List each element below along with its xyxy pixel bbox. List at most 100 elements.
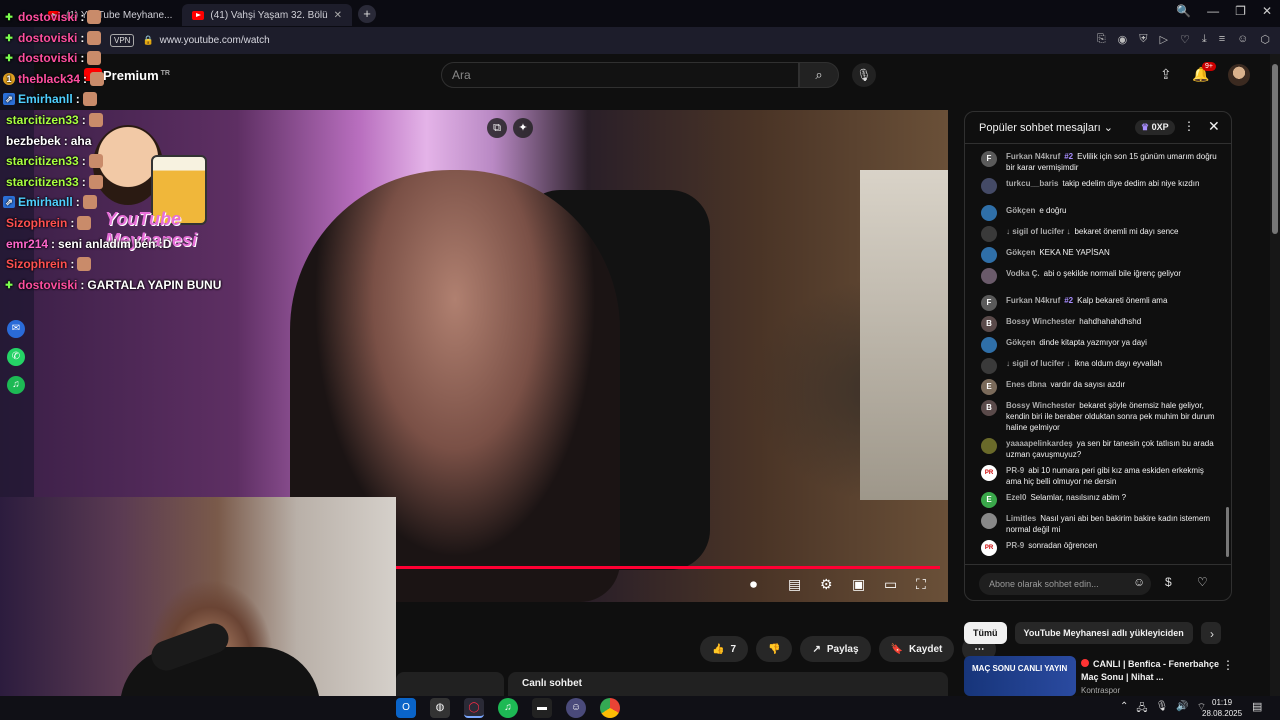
- miniplayer-icon[interactable]: ▣: [852, 576, 865, 593]
- chat-input[interactable]: Abone olarak sohbet edin...: [979, 573, 1151, 595]
- emoji-icon[interactable]: ☺: [1133, 575, 1145, 589]
- chat-author-name[interactable]: PR-9: [1006, 466, 1024, 475]
- dislike-button[interactable]: 👎: [756, 636, 793, 662]
- chat-message[interactable]: Gökçen dinde kitapta yazmıyor ya dayi: [981, 337, 1221, 353]
- chat-message[interactable]: Limitles Nasıl yani abi ben bakirim bakir…: [981, 513, 1221, 535]
- search-tabs-icon[interactable]: 🔍: [1176, 4, 1191, 18]
- system-clock[interactable]: 01:19 28.08.2025: [1202, 697, 1242, 719]
- play-icon[interactable]: ▷: [1160, 33, 1168, 46]
- share-page-icon[interactable]: ⎘: [1097, 33, 1106, 46]
- chat-author-name[interactable]: turkcu__baris: [1006, 179, 1058, 188]
- chat-message[interactable]: turkcu__baris takip edelim diye dedim abi…: [981, 178, 1221, 194]
- chat-author-avatar[interactable]: PR: [981, 540, 997, 556]
- chat-author-name[interactable]: PR-9: [1006, 541, 1024, 550]
- chat-message[interactable]: Gökçen e doğru: [981, 205, 1221, 221]
- chat-author-name[interactable]: Limitles: [1006, 514, 1036, 523]
- chat-author-avatar[interactable]: [981, 337, 997, 353]
- chat-message[interactable]: ↓ sigil of lucifer ↓ ikna oldum dayı eyva…: [981, 358, 1221, 374]
- chat-author-name[interactable]: Gökçen: [1006, 248, 1035, 257]
- share-button[interactable]: ↗ Paylaş: [800, 636, 871, 662]
- network-icon[interactable]: 🖧: [1136, 701, 1147, 718]
- video-progress-bar[interactable]: [396, 566, 940, 569]
- terminal-icon[interactable]: ▬: [532, 698, 552, 718]
- subtitles-icon[interactable]: ▤: [788, 576, 801, 593]
- create-button[interactable]: ⇪: [1160, 66, 1172, 83]
- maximize-icon[interactable]: ❐: [1235, 4, 1246, 18]
- notification-center-icon[interactable]: ▤: [1252, 700, 1262, 713]
- volume-icon[interactable]: 🔊: [1176, 701, 1188, 718]
- chat-author-name[interactable]: Gökçen: [1006, 206, 1035, 215]
- save-button[interactable]: 🔖 Kaydet: [878, 636, 955, 662]
- chip-uploader[interactable]: YouTube Meyhanesi adlı yükleyiciden: [1014, 622, 1193, 644]
- download-icon[interactable]: ⤓: [1202, 33, 1207, 46]
- chat-author-name[interactable]: Furkan N4kruf: [1006, 152, 1060, 161]
- chat-author-name[interactable]: Vodka Ç.: [1006, 269, 1040, 278]
- search-button[interactable]: ⌕: [799, 62, 839, 88]
- voice-search-button[interactable]: 🎙: [852, 63, 876, 87]
- chevron-up-icon[interactable]: ⌃: [1120, 701, 1128, 718]
- camera-icon[interactable]: ◉: [1118, 33, 1128, 46]
- chat-message[interactable]: B Bossy Winchester bekaret şöyle önemsiz h…: [981, 400, 1221, 433]
- opera-gx-icon[interactable]: ◯: [464, 698, 484, 718]
- chat-author-avatar[interactable]: [981, 226, 997, 242]
- url-field[interactable]: www.youtube.com/watch: [160, 35, 270, 46]
- chat-author-avatar[interactable]: [981, 438, 997, 454]
- search-input[interactable]: Ara: [441, 62, 799, 88]
- chat-author-name[interactable]: Ezel0: [1006, 493, 1026, 502]
- chat-author-name[interactable]: ↓ sigil of lucifer ↓: [1006, 227, 1070, 236]
- chat-message[interactable]: Gökçen KEKA NE YAPİSAN: [981, 247, 1221, 263]
- chat-author-avatar[interactable]: E: [981, 492, 997, 508]
- chat-message[interactable]: ↓ sigil of lucifer ↓ bekaret önemli mi da…: [981, 226, 1221, 242]
- messenger-icon[interactable]: ✉: [7, 320, 25, 338]
- xp-badge[interactable]: ♛ 0XP: [1135, 120, 1175, 135]
- chip-all[interactable]: Tümü: [964, 622, 1007, 644]
- more-vert-icon[interactable]: ⋮: [1222, 658, 1234, 672]
- shield-icon[interactable]: ⛨: [1139, 33, 1147, 46]
- whatsapp-icon[interactable]: ✆: [7, 348, 25, 366]
- heart-icon[interactable]: ♡: [1180, 33, 1190, 46]
- spotify-icon[interactable]: ♫: [498, 698, 518, 718]
- live-chat-toggle[interactable]: Canlı sohbet: [508, 672, 948, 698]
- minimize-icon[interactable]: —: [1207, 4, 1219, 18]
- chat-message[interactable]: B Bossy Winchester hahdhahahdhshd: [981, 316, 1221, 332]
- chat-author-name[interactable]: Gökçen: [1006, 338, 1035, 347]
- miniplayer-icon[interactable]: ⧉: [487, 118, 507, 138]
- chat-author-avatar[interactable]: B: [981, 400, 997, 416]
- chat-author-name[interactable]: ↓ sigil of lucifer ↓: [1006, 359, 1070, 368]
- chat-author-avatar[interactable]: [981, 205, 997, 221]
- chat-author-avatar[interactable]: [981, 178, 997, 194]
- settings-gear-icon[interactable]: ⚙: [820, 576, 833, 593]
- chat-message[interactable]: E Enes dbna vardır da sayısı azdır: [981, 379, 1221, 395]
- page-scrollbar[interactable]: [1270, 54, 1280, 696]
- chat-author-avatar[interactable]: F: [981, 151, 997, 167]
- autoplay-toggle[interactable]: ⏺: [750, 576, 757, 593]
- chat-author-avatar[interactable]: [981, 358, 997, 374]
- chat-author-avatar[interactable]: E: [981, 379, 997, 395]
- chat-author-avatar[interactable]: [981, 247, 997, 263]
- description-box[interactable]: [396, 672, 504, 698]
- chat-author-name[interactable]: Furkan N4kruf: [1006, 296, 1060, 305]
- chat-author-name[interactable]: yaaaapelinkardeş: [1006, 439, 1073, 448]
- related-video-thumbnail[interactable]: MAÇ SONU CANLI YAYIN: [964, 656, 1076, 696]
- discord-icon[interactable]: ☺: [566, 698, 586, 718]
- outlook-icon[interactable]: O: [396, 698, 416, 718]
- chat-author-avatar[interactable]: [981, 268, 997, 284]
- menu-icon[interactable]: ≡: [1219, 33, 1225, 46]
- sparkle-icon[interactable]: ✦: [513, 118, 533, 138]
- page-scroll-thumb[interactable]: [1272, 64, 1278, 234]
- chat-author-name[interactable]: Bossy Winchester: [1006, 401, 1075, 410]
- chat-scrollbar[interactable]: [1226, 507, 1229, 557]
- chrome-icon[interactable]: [600, 698, 620, 718]
- chat-mode-dropdown[interactable]: Popüler sohbet mesajları ⌄: [979, 121, 1113, 134]
- chat-more-icon[interactable]: ⋮: [1183, 119, 1195, 133]
- mic-tray-icon[interactable]: 🎙: [1156, 701, 1169, 718]
- theater-mode-icon[interactable]: ▭: [884, 576, 897, 593]
- chat-author-avatar[interactable]: [981, 513, 997, 529]
- extension-icon[interactable]: ⬡: [1260, 33, 1270, 46]
- chat-message[interactable]: Vodka Ç. abi o şekilde normali bile iğren…: [981, 268, 1221, 284]
- close-tab-icon[interactable]: ✕: [334, 10, 342, 21]
- chat-message[interactable]: F Furkan N4kruf #2 Evlilik için son 15 günü…: [981, 151, 1221, 173]
- chat-author-name[interactable]: Bossy Winchester: [1006, 317, 1075, 326]
- browser-tab-2[interactable]: (41) Vahşi Yaşam 32. Bölü ✕: [182, 4, 353, 26]
- app-icon[interactable]: ◍: [430, 698, 450, 718]
